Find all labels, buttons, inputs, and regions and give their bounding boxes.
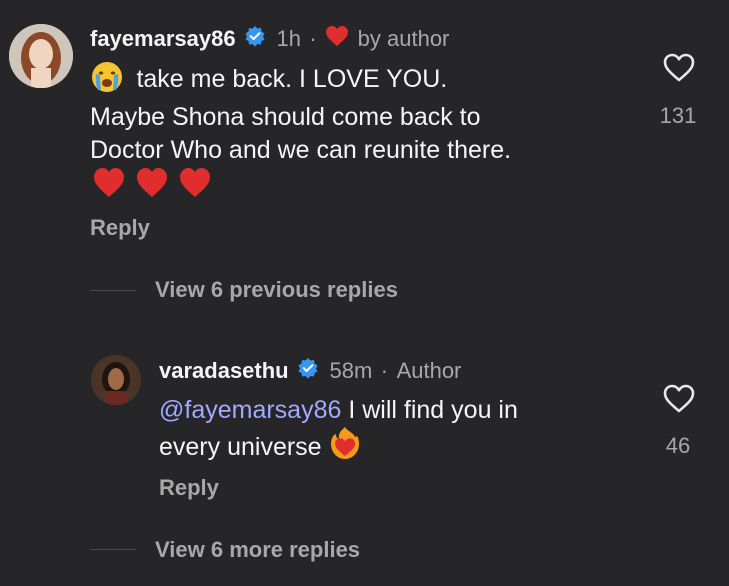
reply-text-line1: I will find you in [341, 396, 518, 424]
red-hearts-emoji [93, 167, 211, 204]
reply-like-button[interactable] [663, 384, 695, 419]
meta-separator: · [380, 357, 389, 383]
commenter-username[interactable]: fayemarsay86 [90, 26, 236, 52]
comment-time[interactable]: 1h [276, 26, 300, 52]
liked-by-author-label: by author [357, 25, 450, 51]
view-previous-replies-link[interactable]: View 6 previous replies [155, 277, 398, 303]
verified-badge-icon [297, 357, 319, 384]
view-more-replies-link[interactable]: View 6 more replies [155, 537, 360, 563]
replier-username[interactable]: varadasethu [159, 358, 289, 384]
divider-line [90, 290, 136, 291]
comment-like-count[interactable]: 131 [648, 103, 708, 129]
comment-text-line1: take me back. I LOVE YOU. [136, 65, 448, 93]
comment-text-line2: Maybe Shona should come back to [90, 103, 481, 131]
heart-on-fire-emoji [329, 426, 361, 469]
meta-separator: · [309, 25, 317, 51]
comment-text-line3: Doctor Who and we can reunite there. [90, 136, 512, 164]
commenter-avatar[interactable] [9, 24, 73, 88]
comment-reply-button[interactable]: Reply [90, 215, 150, 241]
red-heart-icon [325, 25, 349, 52]
author-label: Author [396, 357, 462, 383]
comment-like-button[interactable] [663, 53, 695, 88]
heart-outline-icon [663, 53, 695, 82]
crying-face-emoji [90, 60, 124, 99]
heart-outline-icon [663, 384, 695, 413]
reply-text-line2: every universe [159, 433, 322, 461]
reply-like-count[interactable]: 46 [648, 433, 708, 459]
reply-reply-button[interactable]: Reply [159, 475, 219, 501]
mention-link[interactable]: @fayemarsay86 [159, 396, 341, 424]
divider-line [90, 549, 136, 550]
verified-badge-icon [244, 25, 266, 52]
reply-time[interactable]: 58m [330, 358, 373, 384]
replier-avatar[interactable] [91, 355, 141, 405]
